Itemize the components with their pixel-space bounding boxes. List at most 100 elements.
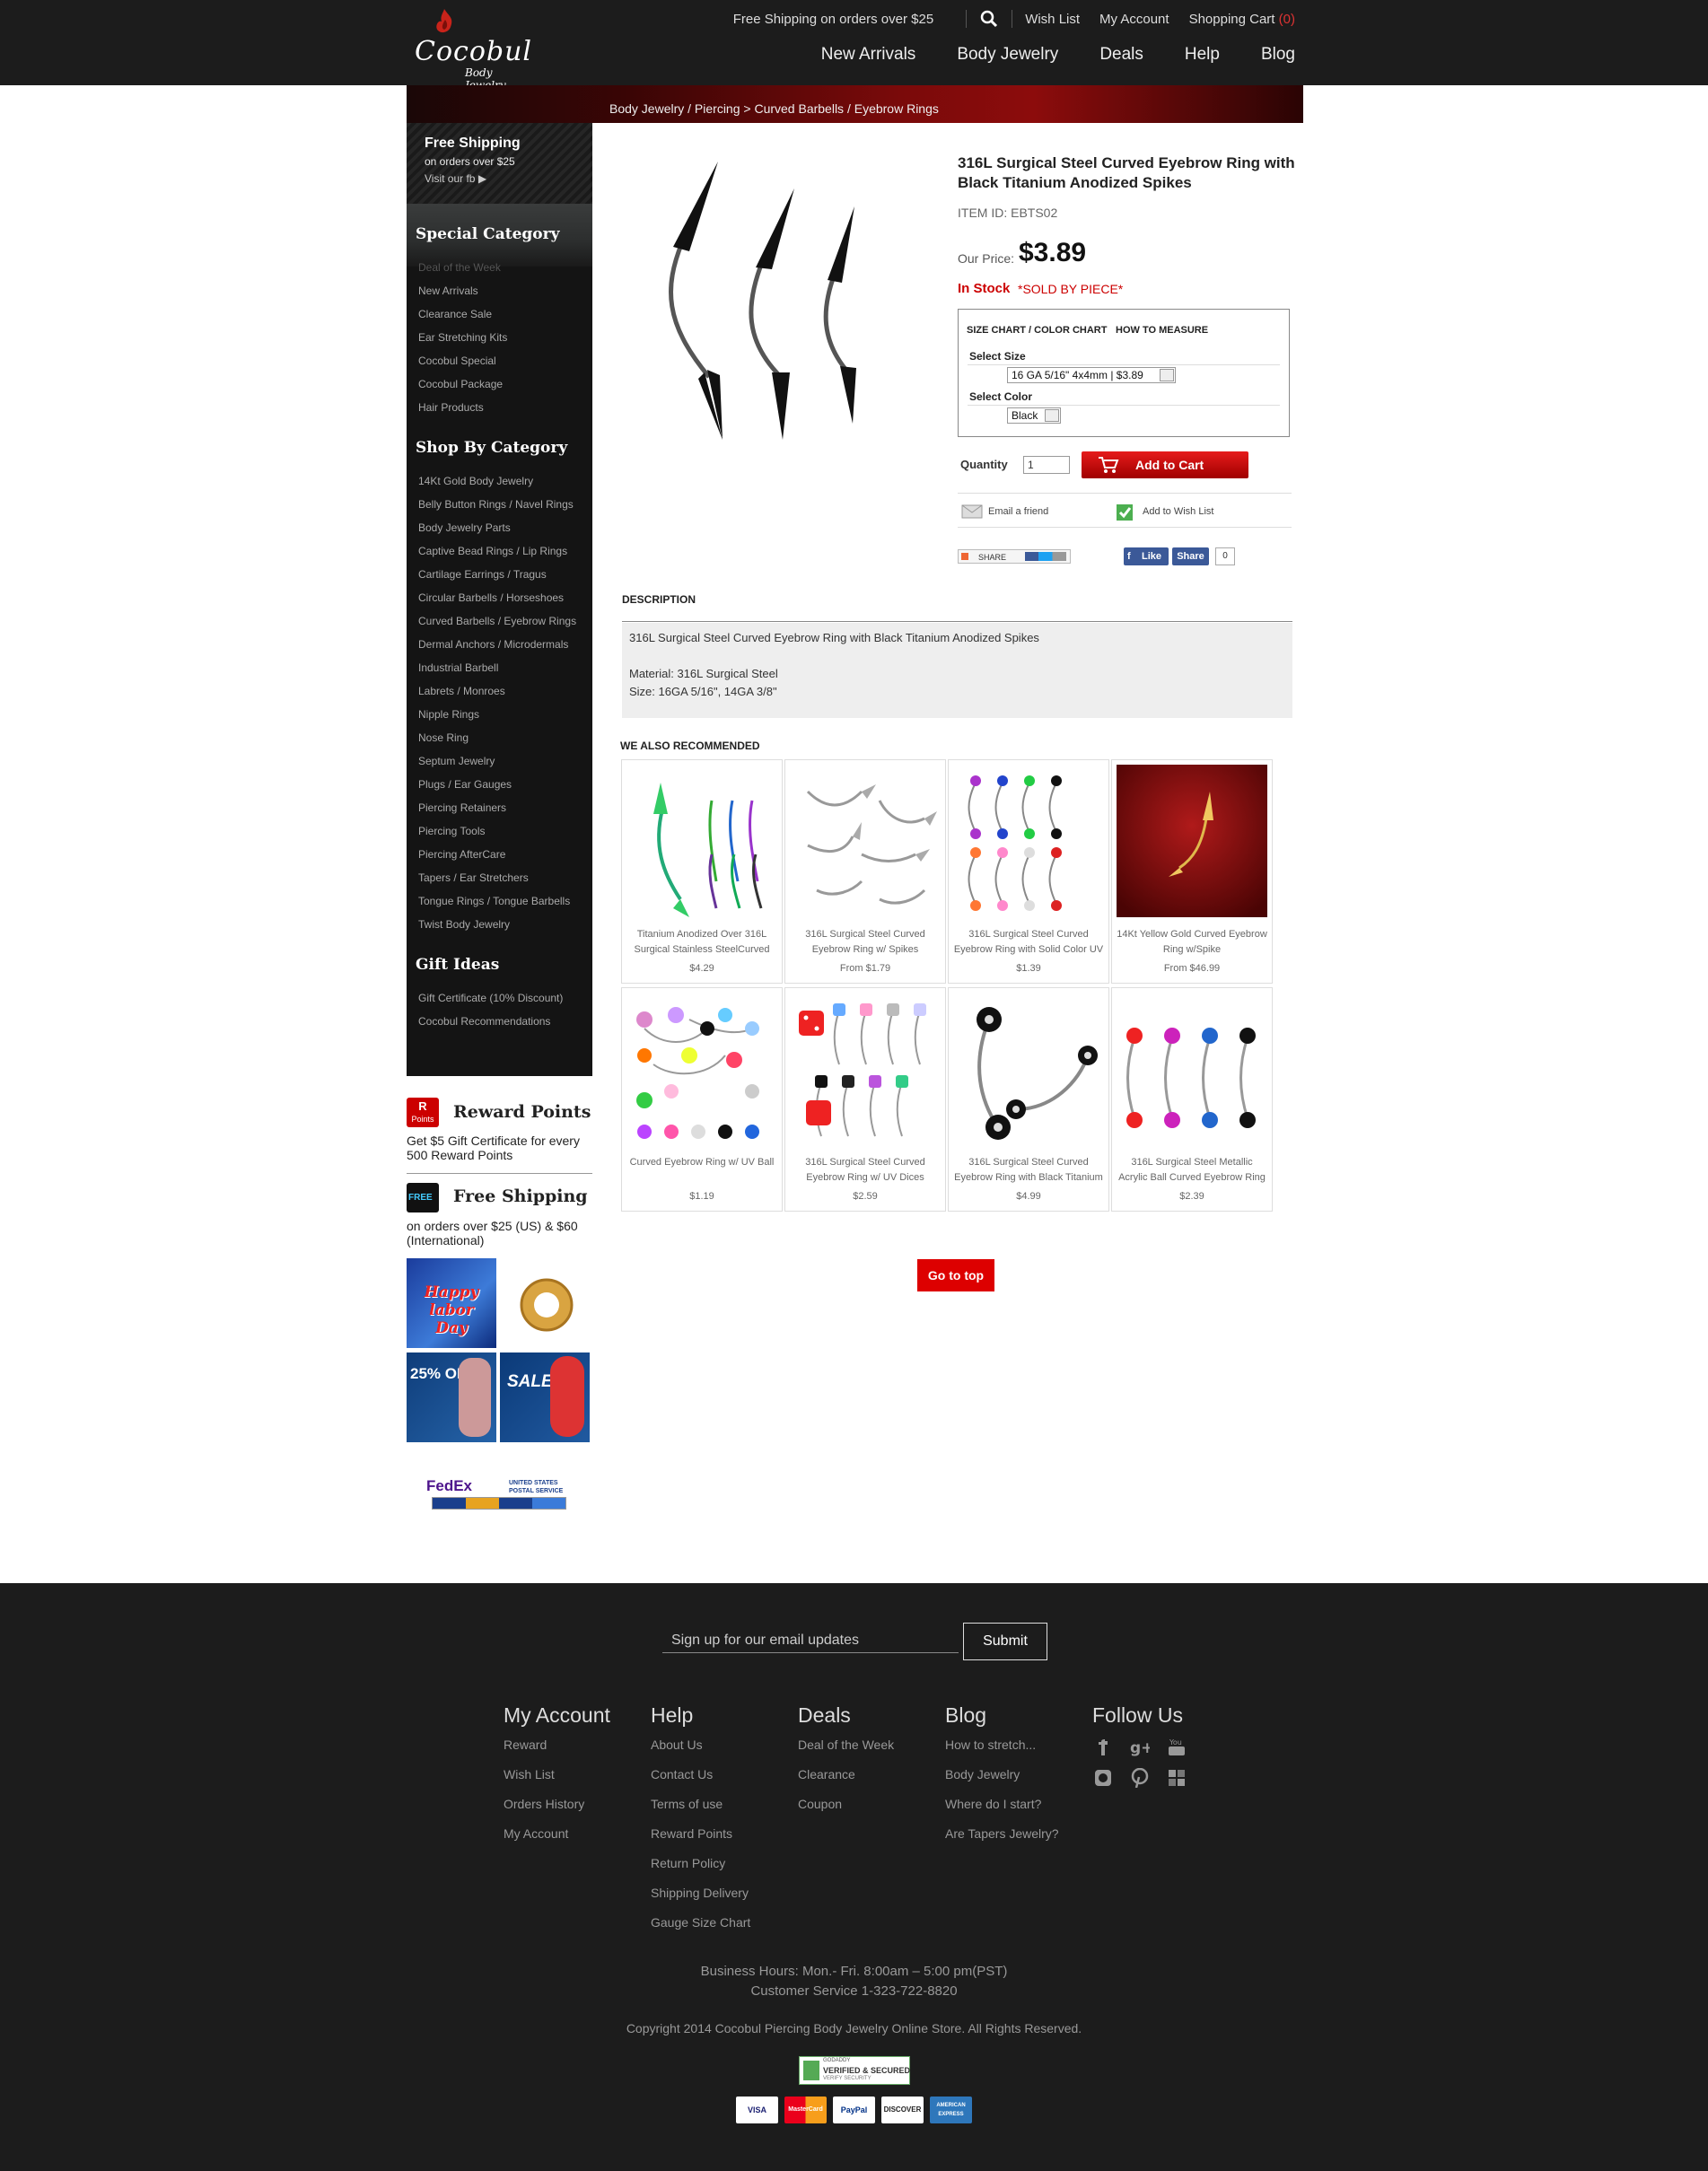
product-name[interactable]: 316L Surgical Steel Curved Eyebrow Ring …: [952, 1155, 1105, 1186]
footer-link[interactable]: Gauge Size Chart: [651, 1915, 750, 1930]
share-button[interactable]: SHARE: [958, 549, 1071, 564]
breadcrumb[interactable]: Body Jewelry / Piercing > Curved Barbell…: [609, 101, 939, 116]
sidebar-item-category[interactable]: Plugs / Ear Gauges: [418, 778, 512, 791]
email-signup-input[interactable]: Sign up for our email updates: [662, 1621, 959, 1653]
add-to-cart-button[interactable]: Add to Cart: [1082, 451, 1248, 478]
recommended-product-card[interactable]: 316L Surgical Steel Curved Eyebrow Ring …: [948, 759, 1109, 984]
sidebar-item-category[interactable]: Tongue Rings / Tongue Barbells: [418, 895, 570, 907]
sidebar-item-category[interactable]: Piercing AfterCare: [418, 848, 505, 861]
sidebar-item-category[interactable]: Cartilage Earrings / Tragus: [418, 568, 547, 581]
my-account-link[interactable]: My Account: [1099, 12, 1169, 27]
product-name[interactable]: 14Kt Yellow Gold Curved Eyebrow Ring w/S…: [1116, 927, 1268, 958]
recommended-product-card[interactable]: 316L Surgical Steel Curved Eyebrow Ring …: [784, 759, 946, 984]
shopping-cart-link[interactable]: Shopping Cart (0): [1189, 12, 1295, 27]
quantity-input[interactable]: 1: [1023, 456, 1070, 474]
sale-promo-image[interactable]: SALE: [500, 1352, 590, 1442]
sidebar-free-shipping-banner[interactable]: Free Shipping on orders over $25 Visit o…: [407, 123, 592, 204]
go-to-top-button[interactable]: Go to top: [917, 1259, 994, 1291]
footer-link[interactable]: Contact Us: [651, 1767, 713, 1781]
fb-share-button[interactable]: Share: [1172, 547, 1209, 565]
footer-link[interactable]: About Us: [651, 1738, 703, 1752]
footer-link[interactable]: Coupon: [798, 1797, 842, 1811]
product-image[interactable]: [628, 144, 924, 449]
sidebar-item-category[interactable]: Captive Bead Rings / Lip Rings: [418, 545, 567, 557]
sidebar-item-category[interactable]: Circular Barbells / Horseshoes: [418, 591, 564, 604]
youtube-icon[interactable]: You: [1167, 1738, 1187, 1757]
recommended-product-card[interactable]: Titanium Anodized Over 316L Surgical Sta…: [621, 759, 783, 984]
sidebar-item-category[interactable]: Nipple Rings: [418, 708, 479, 721]
nav-help[interactable]: Help: [1185, 45, 1220, 65]
nav-new-arrivals[interactable]: New Arrivals: [821, 45, 916, 65]
footer-link[interactable]: Reward: [504, 1738, 547, 1752]
footer-link[interactable]: Are Tapers Jewelry?: [945, 1826, 1059, 1841]
nav-deals[interactable]: Deals: [1099, 45, 1143, 65]
sidebar-item-category[interactable]: Dermal Anchors / Microdermals: [418, 638, 568, 651]
recommended-product-card[interactable]: 316L Surgical Steel Curved Eyebrow Ring …: [784, 987, 946, 1212]
sidebar-item-gift-certificate[interactable]: Gift Certificate (10% Discount): [418, 992, 563, 1004]
plug-product-promo-image[interactable]: [500, 1258, 590, 1348]
labor-day-promo-image[interactable]: Happy labor Day: [407, 1258, 496, 1348]
sidebar-item-ear-stretching[interactable]: Ear Stretching Kits: [418, 331, 507, 344]
sidebar-item-recommendations[interactable]: Cocobul Recommendations: [418, 1015, 550, 1028]
facebook-icon[interactable]: [1093, 1738, 1113, 1757]
sidebar-item-category[interactable]: Industrial Barbell: [418, 661, 498, 674]
product-name[interactable]: 316L Surgical Steel Metallic Acrylic Bal…: [1116, 1155, 1268, 1186]
security-seal[interactable]: GODADDY VERIFIED & SECURED VERIFY SECURI…: [799, 2056, 910, 2085]
footer-link[interactable]: Shipping Delivery: [651, 1886, 749, 1900]
product-name[interactable]: 316L Surgical Steel Curved Eyebrow Ring …: [789, 1155, 942, 1186]
footer-link[interactable]: Reward Points: [651, 1826, 732, 1841]
size-select[interactable]: 16 GA 5/16" 4x4mm | $3.89: [1007, 367, 1176, 383]
wishlist-link[interactable]: Wish List: [1025, 12, 1080, 27]
footer-link[interactable]: How to stretch...: [945, 1738, 1036, 1752]
sale-promo-image[interactable]: 25% OFF: [407, 1352, 496, 1442]
visit-fb-link[interactable]: Visit our fb ▶: [425, 172, 486, 185]
sidebar-item-clearance[interactable]: Clearance Sale: [418, 308, 492, 320]
recommended-product-card[interactable]: 14Kt Yellow Gold Curved Eyebrow Ring w/S…: [1111, 759, 1273, 984]
sidebar-item-category[interactable]: Tapers / Ear Stretchers: [418, 871, 529, 884]
footer-link[interactable]: Terms of use: [651, 1797, 723, 1811]
footer-link[interactable]: Orders History: [504, 1797, 584, 1811]
instagram-icon[interactable]: [1093, 1768, 1113, 1788]
product-name[interactable]: Curved Eyebrow Ring w/ UV Ball: [626, 1155, 778, 1170]
sidebar-item-category[interactable]: Belly Button Rings / Navel Rings: [418, 498, 574, 511]
add-to-wishlist-link[interactable]: Add to Wish List: [1143, 506, 1213, 517]
footer-link[interactable]: Return Policy: [651, 1856, 725, 1870]
site-logo[interactable]: Cocobul Body Jewelry: [415, 7, 536, 92]
sidebar-item-category[interactable]: Piercing Retainers: [418, 801, 506, 814]
email-friend-link[interactable]: Email a friend: [988, 506, 1048, 517]
nav-body-jewelry[interactable]: Body Jewelry: [957, 45, 1058, 65]
sidebar-item-deal-of-week[interactable]: Deal of the Week: [418, 261, 501, 274]
nav-blog[interactable]: Blog: [1261, 45, 1295, 65]
sidebar-item-category[interactable]: Body Jewelry Parts: [418, 521, 511, 534]
grid-social-icon[interactable]: [1167, 1768, 1187, 1788]
footer-link[interactable]: Body Jewelry: [945, 1767, 1020, 1781]
recommended-product-card[interactable]: Curved Eyebrow Ring w/ UV Ball $1.19: [621, 987, 783, 1212]
footer-link[interactable]: Wish List: [504, 1767, 555, 1781]
product-name[interactable]: 316L Surgical Steel Curved Eyebrow Ring …: [789, 927, 942, 958]
google-plus-icon[interactable]: g+: [1130, 1738, 1150, 1757]
sidebar-item-category[interactable]: Curved Barbells / Eyebrow Rings: [418, 615, 576, 627]
tab-how-to-measure[interactable]: HOW TO MEASURE: [1116, 325, 1208, 336]
sidebar-item-category[interactable]: Piercing Tools: [418, 825, 485, 837]
sidebar-item-cocobul-package[interactable]: Cocobul Package: [418, 378, 503, 390]
product-name[interactable]: 316L Surgical Steel Curved Eyebrow Ring …: [952, 927, 1105, 958]
sidebar-item-category[interactable]: Labrets / Monroes: [418, 685, 505, 697]
tab-size-chart[interactable]: SIZE CHART / COLOR CHART: [967, 325, 1107, 336]
sidebar-item-cocobul-special[interactable]: Cocobul Special: [418, 355, 496, 367]
product-name[interactable]: Titanium Anodized Over 316L Surgical Sta…: [626, 927, 778, 958]
sidebar-item-category[interactable]: Twist Body Jewelry: [418, 918, 510, 931]
footer-link[interactable]: My Account: [504, 1826, 568, 1841]
footer-link[interactable]: Where do I start?: [945, 1797, 1041, 1811]
email-submit-button[interactable]: Submit: [963, 1623, 1047, 1660]
sidebar-item-category[interactable]: Septum Jewelry: [418, 755, 495, 767]
recommended-product-card[interactable]: 316L Surgical Steel Curved Eyebrow Ring …: [948, 987, 1109, 1212]
sidebar-item-category[interactable]: Nose Ring: [418, 731, 469, 744]
search-icon[interactable]: [979, 9, 999, 29]
recommended-product-card[interactable]: 316L Surgical Steel Metallic Acrylic Bal…: [1111, 987, 1273, 1212]
pinterest-icon[interactable]: [1130, 1768, 1150, 1788]
footer-link[interactable]: Deal of the Week: [798, 1738, 894, 1752]
fb-like-button[interactable]: f Like: [1124, 547, 1169, 565]
sidebar-item-new-arrivals[interactable]: New Arrivals: [418, 285, 478, 297]
sidebar-item-category[interactable]: 14Kt Gold Body Jewelry: [418, 475, 533, 487]
sidebar-item-hair-products[interactable]: Hair Products: [418, 401, 484, 414]
